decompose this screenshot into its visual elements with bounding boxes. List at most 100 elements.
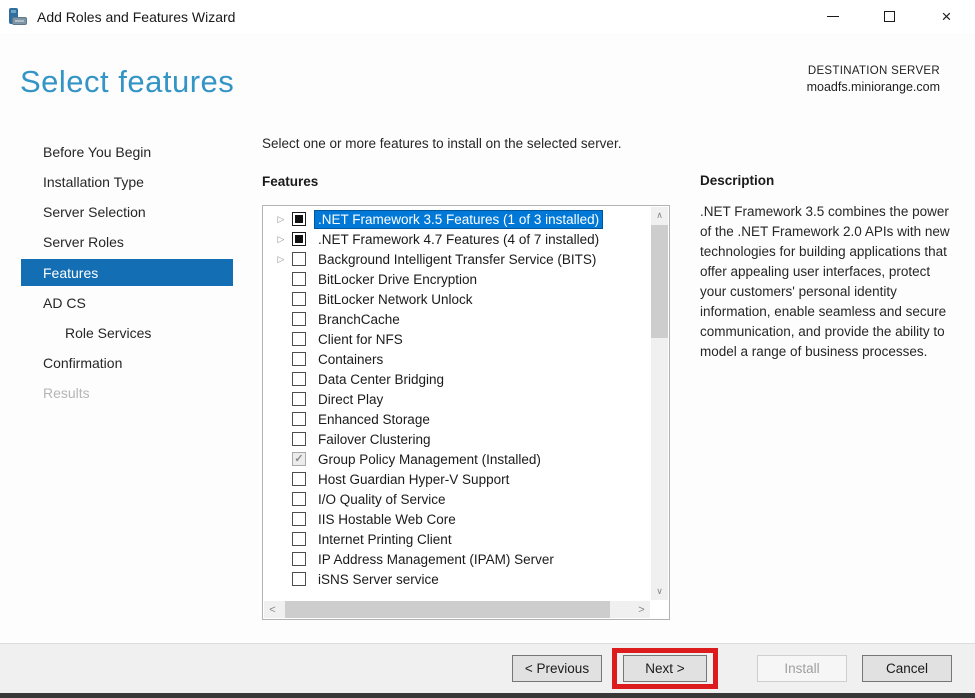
feature-label[interactable]: IIS Hostable Web Core <box>315 511 459 528</box>
close-button[interactable]: × <box>918 0 975 33</box>
feature-label[interactable]: BitLocker Drive Encryption <box>315 271 480 288</box>
feature-checkbox[interactable] <box>292 412 306 426</box>
window-title: Add Roles and Features Wizard <box>37 8 236 25</box>
indeterminate-mark <box>295 235 303 243</box>
page-title: Select features <box>20 64 235 99</box>
feature-checkbox[interactable] <box>292 392 306 406</box>
scroll-down-icon[interactable]: ∨ <box>651 583 668 600</box>
feature-label[interactable]: .NET Framework 3.5 Features (1 of 3 inst… <box>313 209 604 229</box>
feature-row-background-intelligent-transfer-service-bits[interactable]: ▷ Background Intelligent Transfer Service… <box>263 249 651 269</box>
window-titlebar: Add Roles and Features Wizard × <box>0 0 975 33</box>
feature-row-direct-play[interactable]: Direct Play <box>263 389 651 409</box>
feature-checkbox[interactable] <box>292 492 306 506</box>
feature-checkbox[interactable] <box>292 512 306 526</box>
feature-row-net-framework-3-5-features-1-of-3-installed[interactable]: ▷ .NET Framework 3.5 Features (1 of 3 ins… <box>263 209 651 229</box>
description-panel: Description .NET Framework 3.5 combines … <box>700 173 952 362</box>
feature-row-internet-printing-client[interactable]: Internet Printing Client <box>263 529 651 549</box>
install-button: Install <box>757 655 847 682</box>
sidebar-item-server-roles[interactable]: Server Roles <box>21 227 233 257</box>
feature-row-client-for-nfs[interactable]: Client for NFS <box>263 329 651 349</box>
previous-button[interactable]: < Previous <box>512 655 602 682</box>
sidebar-item-server-selection[interactable]: Server Selection <box>21 197 233 227</box>
feature-label[interactable]: BitLocker Network Unlock <box>315 291 476 308</box>
footer-bar: < Previous Next > Install Cancel <box>0 643 975 693</box>
feature-checkbox[interactable] <box>292 352 306 366</box>
expander-icon[interactable]: ▷ <box>273 254 289 265</box>
feature-checkbox[interactable] <box>292 432 306 446</box>
sidebar-item-role-services[interactable]: Role Services <box>21 318 233 348</box>
vertical-scrollbar[interactable]: ∧ ∨ <box>651 207 668 600</box>
minimize-button[interactable] <box>804 0 861 33</box>
feature-label[interactable]: iSNS Server service <box>315 571 442 588</box>
minimize-icon <box>826 16 839 17</box>
wizard-sidebar: Before You Begin Installation Type Server … <box>21 137 233 408</box>
feature-row-bitlocker-drive-encryption[interactable]: BitLocker Drive Encryption <box>263 269 651 289</box>
feature-checkbox[interactable] <box>292 552 306 566</box>
features-tree: ▷ .NET Framework 3.5 Features (1 of 3 ins… <box>262 205 670 620</box>
feature-row-failover-clustering[interactable]: Failover Clustering <box>263 429 651 449</box>
horizontal-scrollbar-thumb[interactable] <box>285 601 610 618</box>
feature-row-group-policy-management-installed[interactable]: ✓ Group Policy Management (Installed) <box>263 449 651 469</box>
feature-checkbox[interactable] <box>292 212 306 226</box>
feature-checkbox[interactable] <box>292 252 306 266</box>
features-label: Features <box>262 174 319 189</box>
maximize-icon <box>884 11 895 22</box>
feature-label[interactable]: Internet Printing Client <box>315 531 455 548</box>
feature-checkbox[interactable] <box>292 292 306 306</box>
feature-label[interactable]: .NET Framework 4.7 Features (4 of 7 inst… <box>315 231 602 248</box>
feature-checkbox[interactable] <box>292 312 306 326</box>
feature-label[interactable]: Data Center Bridging <box>315 371 447 388</box>
next-button[interactable]: Next > <box>623 655 707 682</box>
feature-label[interactable]: Background Intelligent Transfer Service … <box>315 251 599 268</box>
feature-checkbox[interactable] <box>292 572 306 586</box>
feature-row-i-o-quality-of-service[interactable]: I/O Quality of Service <box>263 489 651 509</box>
vertical-scrollbar-thumb[interactable] <box>651 225 668 338</box>
horizontal-scrollbar[interactable]: < > <box>264 601 650 618</box>
expander-icon[interactable]: ▷ <box>273 234 289 245</box>
sidebar-item-confirmation[interactable]: Confirmation <box>21 348 233 378</box>
taskbar-edge <box>0 693 975 698</box>
sidebar-item-results: Results <box>43 385 90 401</box>
feature-checkbox[interactable] <box>292 272 306 286</box>
feature-row-data-center-bridging[interactable]: Data Center Bridging <box>263 369 651 389</box>
feature-label[interactable]: IP Address Management (IPAM) Server <box>315 551 557 568</box>
feature-row-bitlocker-network-unlock[interactable]: BitLocker Network Unlock <box>263 289 651 309</box>
scroll-up-icon[interactable]: ∧ <box>651 207 668 224</box>
description-text: .NET Framework 3.5 combines the power of… <box>700 204 950 359</box>
feature-label[interactable]: BranchCache <box>315 311 403 328</box>
feature-row-containers[interactable]: Containers <box>263 349 651 369</box>
feature-label[interactable]: Client for NFS <box>315 331 406 348</box>
sidebar-item-before-you-begin[interactable]: Before You Begin <box>21 137 233 167</box>
feature-row-host-guardian-hyper-v-support[interactable]: Host Guardian Hyper-V Support <box>263 469 651 489</box>
feature-label[interactable]: Group Policy Management (Installed) <box>315 451 544 468</box>
feature-row-net-framework-4-7-features-4-of-7-installed[interactable]: ▷ .NET Framework 4.7 Features (4 of 7 ins… <box>263 229 651 249</box>
feature-row-branchcache[interactable]: BranchCache <box>263 309 651 329</box>
feature-row-enhanced-storage[interactable]: Enhanced Storage <box>263 409 651 429</box>
expander-icon[interactable]: ▷ <box>273 214 289 225</box>
sidebar-item-features[interactable]: Features <box>21 259 233 286</box>
cancel-button[interactable]: Cancel <box>862 655 952 682</box>
server-manager-icon <box>8 7 28 27</box>
feature-checkbox[interactable] <box>292 332 306 346</box>
feature-checkbox[interactable] <box>292 472 306 486</box>
feature-label[interactable]: I/O Quality of Service <box>315 491 449 508</box>
feature-row-ip-address-management-ipam-server[interactable]: IP Address Management (IPAM) Server <box>263 549 651 569</box>
scroll-right-icon[interactable]: > <box>633 601 650 618</box>
feature-row-isns-server-service[interactable]: iSNS Server service <box>263 569 651 589</box>
next-button-highlight: Next > <box>612 648 718 689</box>
sidebar-item-installation-type[interactable]: Installation Type <box>21 167 233 197</box>
feature-label[interactable]: Enhanced Storage <box>315 411 433 428</box>
indeterminate-mark <box>295 215 303 223</box>
maximize-button[interactable] <box>861 0 918 33</box>
sidebar-item-ad-cs[interactable]: AD CS <box>21 288 233 318</box>
feature-row-iis-hostable-web-core[interactable]: IIS Hostable Web Core <box>263 509 651 529</box>
feature-label[interactable]: Direct Play <box>315 391 386 408</box>
feature-checkbox[interactable] <box>292 372 306 386</box>
feature-checkbox[interactable] <box>292 232 306 246</box>
feature-checkbox[interactable] <box>292 532 306 546</box>
feature-label[interactable]: Host Guardian Hyper-V Support <box>315 471 512 488</box>
scroll-left-icon[interactable]: < <box>264 601 281 618</box>
feature-label[interactable]: Failover Clustering <box>315 431 434 448</box>
feature-label[interactable]: Containers <box>315 351 386 368</box>
feature-checkbox: ✓ <box>292 452 306 466</box>
